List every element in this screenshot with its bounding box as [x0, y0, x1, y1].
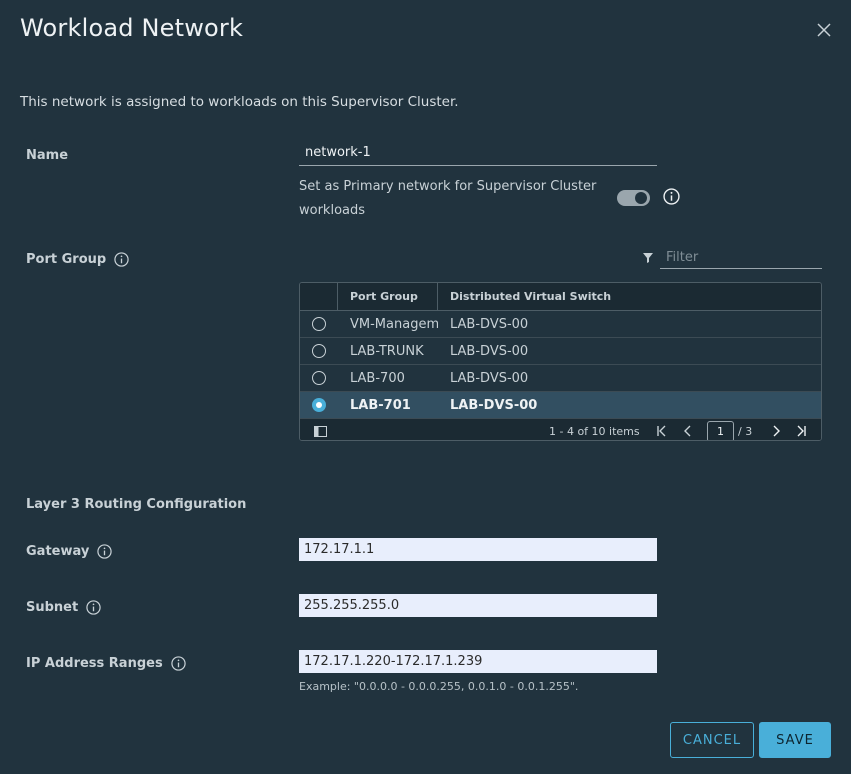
row-radio[interactable]: [312, 344, 326, 358]
gateway-label-text: Gateway: [26, 544, 90, 559]
cell-dvs: LAB-DVS-00: [450, 343, 529, 359]
subnet-field[interactable]: 255.255.255.0: [299, 594, 657, 617]
cell-port-group: LAB-701: [350, 397, 411, 413]
cell-port-group: LAB-TRUNK: [350, 343, 424, 359]
item-count: 1 - 4 of 10 items: [549, 425, 640, 438]
page-total: / 3: [738, 425, 753, 438]
row-radio[interactable]: [312, 317, 326, 331]
dialog-title: Workload Network: [20, 14, 244, 42]
table-row[interactable]: LAB-700 LAB-DVS-00: [300, 365, 821, 392]
select-column-header: [300, 283, 338, 310]
dialog-intro: This network is assigned to workloads on…: [20, 94, 459, 110]
table-row-selected[interactable]: LAB-701 LAB-DVS-00: [300, 392, 821, 419]
row-radio[interactable]: [312, 371, 326, 385]
previous-page-icon[interactable]: [682, 424, 694, 438]
ip-ranges-example: Example: "0.0.0.0 - 0.0.0.255, 0.0.1.0 -…: [299, 680, 579, 693]
row-radio-selected[interactable]: [312, 398, 326, 412]
cell-dvs: LAB-DVS-00: [450, 370, 529, 386]
next-page-icon[interactable]: [770, 424, 782, 438]
first-page-icon[interactable]: [656, 424, 668, 438]
name-label-text: Name: [26, 148, 69, 163]
column-header-port-group[interactable]: Port Group: [338, 283, 438, 310]
cell-dvs: LAB-DVS-00: [450, 397, 538, 413]
gateway-label: Gateway: [26, 544, 113, 559]
filter-input[interactable]: Filter: [660, 248, 822, 269]
primary-network-toggle[interactable]: [617, 190, 650, 206]
primary-network-label: Set as Primary network for Supervisor Cl…: [299, 179, 597, 218]
gateway-field[interactable]: 172.17.1.1: [299, 538, 657, 561]
info-icon[interactable]: [114, 252, 129, 267]
toggle-knob: [635, 192, 647, 204]
filter-icon: [643, 253, 653, 263]
ip-ranges-label-text: IP Address Ranges: [26, 656, 163, 671]
cancel-button[interactable]: CANCEL: [670, 722, 754, 758]
column-toggle-icon[interactable]: [314, 426, 327, 437]
info-icon[interactable]: [663, 188, 680, 205]
column-header-dvs[interactable]: Distributed Virtual Switch: [438, 290, 821, 303]
table-row[interactable]: VM-Managem LAB-DVS-00: [300, 311, 821, 338]
name-label: Name: [26, 148, 68, 163]
close-icon[interactable]: [814, 20, 834, 40]
ip-ranges-field[interactable]: 172.17.1.220-172.17.1.239: [299, 650, 657, 673]
page-number-input[interactable]: 1: [707, 421, 734, 440]
subnet-label-text: Subnet: [26, 600, 79, 615]
info-icon[interactable]: [171, 656, 186, 671]
workload-network-dialog: Workload Network This network is assigne…: [0, 0, 851, 774]
port-group-grid: Port Group Distributed Virtual Switch VM…: [299, 282, 822, 441]
port-group-label-text: Port Group: [26, 252, 107, 267]
cell-dvs: LAB-DVS-00: [450, 316, 529, 332]
port-group-label: Port Group: [26, 252, 129, 267]
info-icon[interactable]: [86, 600, 101, 615]
save-button[interactable]: SAVE: [759, 722, 831, 758]
cell-port-group: LAB-700: [350, 370, 405, 386]
info-icon[interactable]: [97, 544, 113, 559]
name-field[interactable]: network-1: [299, 145, 657, 166]
table-row[interactable]: LAB-TRUNK LAB-DVS-00: [300, 338, 821, 365]
last-page-icon[interactable]: [795, 424, 807, 438]
ip-ranges-label: IP Address Ranges: [26, 656, 186, 671]
subnet-label: Subnet: [26, 600, 101, 615]
grid-footer: 1 - 4 of 10 items 1 / 3: [300, 419, 821, 440]
cell-port-group: VM-Managem: [350, 316, 438, 332]
grid-header: Port Group Distributed Virtual Switch: [300, 283, 821, 311]
routing-section-title: Layer 3 Routing Configuration: [26, 497, 247, 512]
